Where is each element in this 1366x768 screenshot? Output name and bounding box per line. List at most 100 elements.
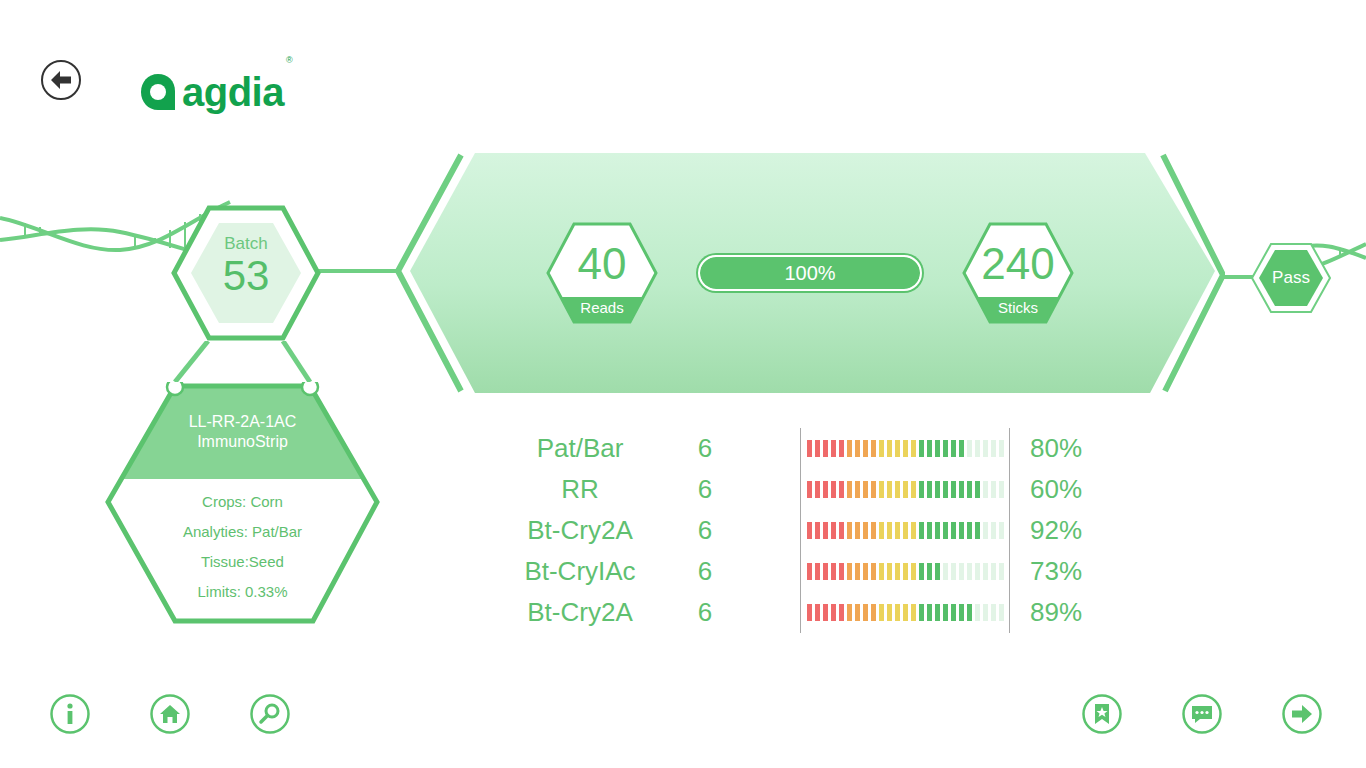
analyte-meter-cell bbox=[755, 469, 1010, 510]
analyte-percent: 92% bbox=[1010, 510, 1110, 551]
meter-segment bbox=[975, 481, 980, 498]
pass-label: Pass bbox=[1250, 242, 1332, 314]
meter-segment bbox=[823, 440, 828, 457]
meter-segment bbox=[903, 481, 908, 498]
meter-segment bbox=[911, 481, 916, 498]
meter-segment bbox=[919, 440, 924, 457]
toolbar bbox=[0, 694, 1366, 768]
meter-segment bbox=[815, 563, 820, 580]
analyte-name: Bt-CryIAc bbox=[505, 551, 655, 592]
product-details: Crops: CornAnalyties: Pat/BarTissue:Seed… bbox=[105, 479, 380, 607]
analyte-count: 6 bbox=[655, 592, 755, 633]
meter-segment bbox=[839, 604, 844, 621]
search-icon[interactable] bbox=[250, 694, 290, 734]
meter-segment bbox=[871, 522, 876, 539]
meter-segment bbox=[815, 604, 820, 621]
meter-segment bbox=[975, 440, 980, 457]
meter-segment bbox=[887, 440, 892, 457]
meter-segment bbox=[823, 522, 828, 539]
meter-segment bbox=[807, 604, 812, 621]
analyte-meter-track bbox=[800, 510, 1010, 551]
back-arrow-icon[interactable] bbox=[40, 59, 82, 101]
home-icon[interactable] bbox=[150, 694, 190, 734]
analyte-meter-fill bbox=[807, 563, 940, 580]
analyte-meter-rest bbox=[967, 440, 1004, 457]
reads-label: Reads bbox=[546, 296, 658, 320]
meter-segment bbox=[863, 481, 868, 498]
meter-segment bbox=[879, 563, 884, 580]
connector-icon bbox=[105, 341, 380, 386]
batch-number: 53 bbox=[171, 254, 321, 298]
meter-segment bbox=[871, 440, 876, 457]
info-icon[interactable] bbox=[50, 694, 90, 734]
analyte-meter-rest bbox=[983, 522, 1004, 539]
meter-segment bbox=[879, 440, 884, 457]
meter-segment bbox=[975, 563, 980, 580]
meter-segment bbox=[959, 604, 964, 621]
summary-banner: 40 Reads 100% 240 Sticks bbox=[395, 153, 1225, 393]
meter-segment bbox=[983, 604, 988, 621]
sticks-label: Sticks bbox=[962, 296, 1074, 320]
meter-segment bbox=[847, 522, 852, 539]
analyte-meter-cell bbox=[755, 510, 1010, 551]
meter-segment bbox=[983, 440, 988, 457]
meter-segment bbox=[935, 440, 940, 457]
meter-segment bbox=[855, 604, 860, 621]
meter-segment bbox=[983, 522, 988, 539]
meter-segment bbox=[983, 481, 988, 498]
meter-segment bbox=[815, 440, 820, 457]
meter-segment bbox=[807, 481, 812, 498]
meter-segment bbox=[815, 522, 820, 539]
meter-segment bbox=[967, 522, 972, 539]
meter-segment bbox=[823, 481, 828, 498]
meter-segment bbox=[823, 604, 828, 621]
meter-segment bbox=[927, 481, 932, 498]
analyte-name: RR bbox=[505, 469, 655, 510]
meter-segment bbox=[903, 563, 908, 580]
meter-segment bbox=[807, 522, 812, 539]
analyte-row: RR6 60% bbox=[505, 469, 1225, 510]
meter-segment bbox=[887, 481, 892, 498]
meter-segment bbox=[943, 604, 948, 621]
meter-segment bbox=[863, 440, 868, 457]
next-arrow-icon[interactable] bbox=[1282, 694, 1322, 734]
meter-segment bbox=[959, 440, 964, 457]
meter-segment bbox=[895, 440, 900, 457]
analyte-meter-track bbox=[800, 592, 1010, 633]
meter-segment bbox=[831, 481, 836, 498]
meter-segment bbox=[951, 481, 956, 498]
bookmark-icon[interactable] bbox=[1082, 694, 1122, 734]
meter-segment bbox=[919, 563, 924, 580]
meter-segment bbox=[863, 522, 868, 539]
meter-segment bbox=[943, 522, 948, 539]
analyte-meter-track bbox=[800, 551, 1010, 592]
meter-segment bbox=[975, 604, 980, 621]
meter-segment bbox=[879, 522, 884, 539]
product-detail: Crops: Corn bbox=[105, 487, 380, 517]
meter-segment bbox=[927, 440, 932, 457]
meter-segment bbox=[863, 563, 868, 580]
analyte-row: Bt-Cry2A692% bbox=[505, 510, 1225, 551]
header: agdia ® bbox=[0, 0, 1366, 140]
meter-segment bbox=[871, 481, 876, 498]
analyte-meter-cell bbox=[755, 428, 1010, 469]
meter-segment bbox=[831, 563, 836, 580]
meter-segment bbox=[855, 440, 860, 457]
meter-segment bbox=[951, 563, 956, 580]
analyte-count: 6 bbox=[655, 551, 755, 592]
meter-segment bbox=[831, 440, 836, 457]
analyte-count: 6 bbox=[655, 469, 755, 510]
sticks-count: 240 bbox=[962, 222, 1074, 296]
analyte-row: Bt-Cry2A689% bbox=[505, 592, 1225, 633]
analyte-meter-fill bbox=[807, 604, 972, 621]
result-column: Pass bbox=[1250, 242, 1332, 314]
meter-segment bbox=[991, 604, 996, 621]
meter-segment bbox=[991, 440, 996, 457]
meter-segment bbox=[847, 563, 852, 580]
meter-segment bbox=[951, 522, 956, 539]
chat-icon[interactable] bbox=[1182, 694, 1222, 734]
analyte-name: Bt-Cry2A bbox=[505, 592, 655, 633]
analyte-percent: 60% bbox=[1010, 469, 1110, 510]
analyte-table: Pat/Bar680%RR660%Bt-Cry2A692%Bt-CryIAc67… bbox=[505, 428, 1225, 633]
analyte-row: Pat/Bar680% bbox=[505, 428, 1225, 469]
